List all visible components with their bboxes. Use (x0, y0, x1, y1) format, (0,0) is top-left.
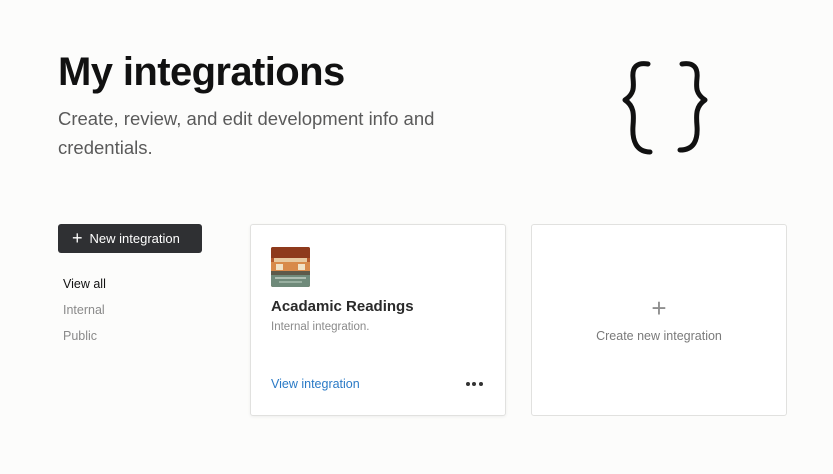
page-title: My integrations (58, 50, 345, 94)
integration-thumbnail (271, 247, 310, 287)
integration-card[interactable]: Acadamic Readings Internal integration. … (250, 224, 506, 416)
view-integration-link[interactable]: View integration (271, 377, 360, 391)
curly-braces-illustration (622, 61, 708, 155)
filter-internal[interactable]: Internal (63, 302, 106, 328)
plus-icon: + (72, 228, 83, 248)
create-new-integration-label: Create new integration (596, 329, 722, 343)
create-new-integration-card[interactable]: + Create new integration (531, 224, 787, 416)
dot (478, 382, 483, 386)
plus-icon: + (651, 293, 667, 323)
page-subtitle: Create, review, and edit development inf… (58, 108, 435, 158)
integrations-page: My integrations Create, review, and edit… (0, 0, 833, 474)
filter-view-all[interactable]: View all (63, 276, 106, 302)
dot (465, 382, 470, 386)
dot (472, 382, 476, 386)
filter-list: View all Internal Public (63, 276, 106, 354)
new-integration-button[interactable]: + New integration (58, 224, 202, 253)
integration-name: Acadamic Readings (271, 298, 414, 315)
filter-public[interactable]: Public (63, 328, 106, 354)
new-integration-label: New integration (89, 231, 180, 246)
integration-description: Internal integration. (271, 321, 370, 333)
ellipsis-icon[interactable] (463, 375, 485, 393)
